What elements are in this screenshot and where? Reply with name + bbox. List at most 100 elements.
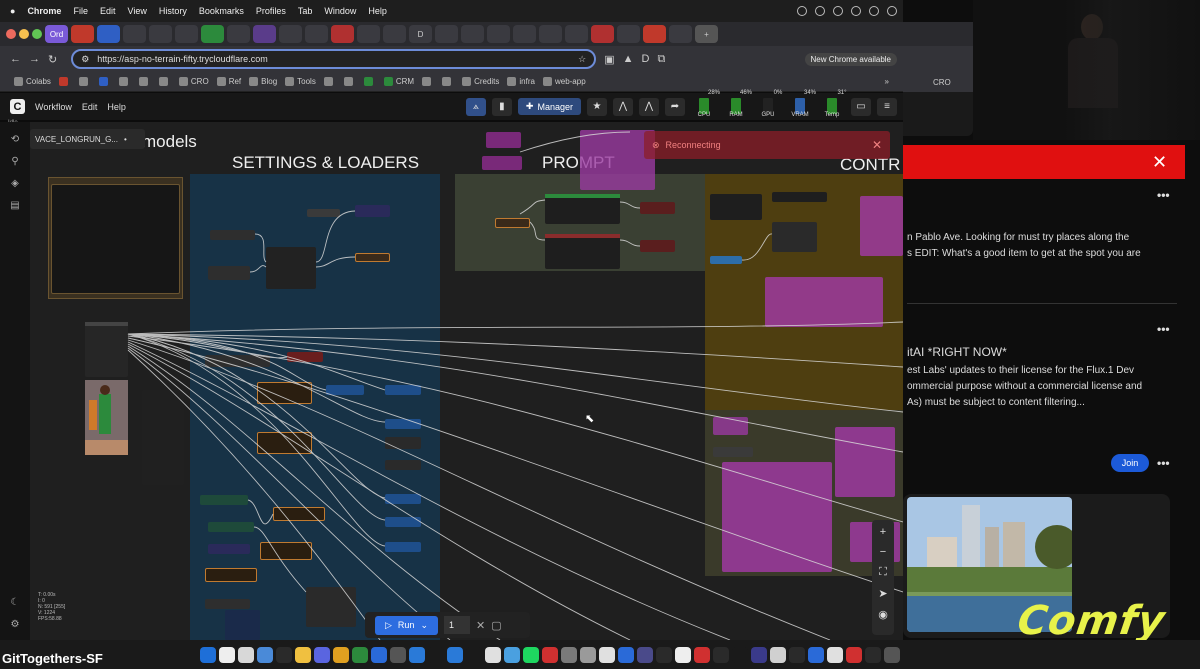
bookmark-infra[interactable]: infra [507,77,535,87]
menu-view[interactable]: View [127,6,146,16]
app-icon[interactable] [390,646,406,663]
select-mode-icon[interactable]: ➤ [878,587,887,600]
finder-icon[interactable] [200,646,216,663]
app-icon[interactable] [618,646,634,663]
status-icon[interactable] [815,6,825,16]
browser-tab[interactable] [201,25,224,43]
stop-icon[interactable]: ▢ [491,619,501,632]
node-icon[interactable]: ⋀ [639,97,659,116]
app-icon[interactable] [333,646,349,663]
browser-tab[interactable] [149,25,172,43]
browser-tab[interactable] [591,25,614,43]
spotify-icon[interactable] [523,646,539,663]
bookmark-icon[interactable] [422,77,432,86]
menu-icon[interactable]: ≡ [877,97,897,116]
extensions-icon[interactable]: ⧉ [657,53,665,66]
menubar-app-name[interactable]: Chrome [27,6,61,16]
settings-icon[interactable]: ⚙ [11,619,20,630]
browser-tab[interactable] [617,25,640,43]
queue-icon[interactable]: ⟑ [465,97,486,116]
browser-tab[interactable] [227,25,250,43]
extension-icon[interactable]: ▣ [604,53,614,66]
zoom-icon[interactable] [371,646,387,663]
post-menu-icon[interactable]: ••• [1157,456,1170,470]
app-icon[interactable] [732,646,748,663]
bookmark-icon[interactable] [343,77,353,86]
post-2-text[interactable]: est Labs' updates to their license for t… [907,363,1142,411]
zoom-in-icon[interactable]: + [880,526,886,538]
status-icon[interactable] [851,6,861,16]
discord-icon[interactable] [314,646,330,663]
new-chrome-available-button[interactable]: New Chrome available [804,52,897,66]
new-tab-icon[interactable]: + [695,25,718,43]
close-icon[interactable]: ✕ [476,619,485,632]
status-icon[interactable] [833,6,843,16]
app-icon[interactable] [542,646,558,663]
forward-icon[interactable]: → [29,53,40,65]
browser-tab[interactable] [487,25,510,43]
app-icon[interactable] [466,646,482,663]
app-icon[interactable] [751,646,767,663]
menu-bookmarks[interactable]: Bookmarks [199,6,244,16]
bookmark-icon[interactable] [58,77,68,86]
menu-edit[interactable]: Edit [100,6,116,16]
bookmark-icon[interactable] [158,77,168,86]
site-info-icon[interactable]: ⚙ [81,54,89,65]
extension-icon[interactable]: ▲ [623,53,634,65]
zoom-out-icon[interactable]: − [880,546,886,558]
visibility-icon[interactable]: ◉ [878,608,888,621]
menu-workflow[interactable]: Workflow [35,102,72,112]
menu-help[interactable]: Help [107,102,126,112]
history-icon[interactable]: ⟲ [11,134,19,145]
bookmark-credits[interactable]: Credits [462,77,499,87]
app-icon[interactable] [257,646,273,663]
apple-icon[interactable]: ● [10,6,15,16]
whatsapp-icon[interactable] [352,646,368,663]
app-icon[interactable] [770,646,786,663]
chevron-down-icon[interactable]: ⌄ [420,620,428,631]
panel-icon[interactable]: ▭ [851,97,871,116]
chrome-icon[interactable] [295,646,311,663]
browser-tab[interactable] [669,25,692,43]
fit-view-icon[interactable]: ⛶ [879,566,887,579]
browser-tab[interactable] [253,25,276,43]
app-icon[interactable] [561,646,577,663]
status-icon[interactable] [887,6,897,16]
comfy-logo-icon[interactable]: C [10,99,25,114]
browser-tab[interactable] [357,25,380,43]
menu-file[interactable]: File [73,6,88,16]
bookmark-icon[interactable] [138,77,148,86]
menu-edit[interactable]: Edit [82,102,98,112]
app-icon[interactable] [637,646,653,663]
workflows-icon[interactable]: ▤ [10,200,19,211]
window-maximize-icon[interactable] [32,29,42,39]
app-icon[interactable] [485,646,501,663]
bookmark-icon[interactable] [78,77,88,86]
app-icon[interactable] [827,646,843,663]
app-icon[interactable] [865,646,881,663]
browser-tab[interactable] [305,25,328,43]
right-bookmark-cro[interactable]: CRO [903,72,973,92]
bookmark-ref[interactable]: Ref [216,77,241,87]
bookmark-icon[interactable] [363,77,373,86]
models-icon[interactable]: ◈ [11,178,19,189]
bookmark-icon[interactable] [442,77,452,86]
browser-tab[interactable] [175,25,198,43]
reload-icon[interactable]: ↻ [48,53,57,66]
run-button[interactable]: ▷ Run ⌄ [375,615,438,635]
app-icon[interactable] [675,646,691,663]
menu-window[interactable]: Window [324,6,356,16]
tab-d[interactable]: D [409,25,432,43]
app-icon[interactable] [219,646,235,663]
back-icon[interactable]: ← [10,53,21,65]
more-bookmarks-icon[interactable]: » [885,77,889,86]
toast-close-icon[interactable]: ✕ [872,138,890,152]
bookmark-icon[interactable]: ▮ [491,97,512,116]
star-icon[interactable]: ★ [587,97,607,116]
trash-icon[interactable] [884,646,900,663]
browser-tab[interactable] [331,25,354,43]
bookmark-icon[interactable] [323,77,333,86]
theme-icon[interactable]: ☾ [11,597,20,608]
bookmark-crm[interactable]: CRM [383,77,414,87]
dropbox-icon[interactable] [447,646,463,663]
